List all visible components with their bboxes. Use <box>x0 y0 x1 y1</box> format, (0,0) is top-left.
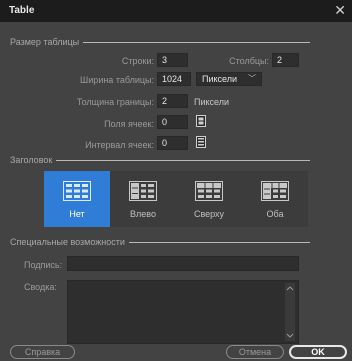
header-option-left[interactable]: Влево <box>110 171 176 227</box>
table-width-input[interactable]: 1024 <box>157 72 191 86</box>
ok-button[interactable]: OK <box>289 345 347 359</box>
dialog-title: Table <box>9 5 35 16</box>
table-no-header-icon <box>63 181 91 201</box>
section-label: Заголовок <box>10 155 53 165</box>
header-option-top[interactable]: Сверху <box>176 171 242 227</box>
rows-label: Строки: <box>121 56 154 66</box>
help-button[interactable]: Справка <box>10 345 75 359</box>
summary-scrollbar[interactable] <box>285 283 295 341</box>
header-option-label: Нет <box>69 209 85 219</box>
cell-spacing-icon[interactable] <box>196 136 206 148</box>
section-label: Размер таблицы <box>10 37 80 47</box>
header-option-none[interactable]: Нет <box>44 171 110 227</box>
table-both-header-icon <box>261 181 289 201</box>
cols-input[interactable]: 2 <box>272 53 299 67</box>
caption-input[interactable] <box>67 256 299 271</box>
section-divider <box>56 159 310 161</box>
width-unit-value: Пиксели <box>202 74 238 84</box>
header-option-label: Сверху <box>193 209 225 219</box>
section-divider <box>128 241 310 243</box>
summary-label: Сводка: <box>24 282 57 292</box>
section-divider <box>83 41 310 43</box>
cancel-button[interactable]: Отмена <box>226 345 284 359</box>
header-option-label: Влево <box>130 209 156 219</box>
border-unit-label: Пиксели <box>194 97 230 107</box>
cols-label: Столбцы: <box>229 56 269 66</box>
cell-padding-icon[interactable] <box>196 115 206 127</box>
table-dialog: Table ✕ Размер таблицы Строки: 3 Столбцы… <box>0 0 352 361</box>
summary-textarea[interactable] <box>67 280 299 344</box>
cell-spacing-label: Интервал ячеек: <box>85 140 154 150</box>
scroll-arrows-icon <box>286 286 294 338</box>
caption-label: Подпись: <box>24 260 63 270</box>
chevron-down-icon: ﹀ <box>248 74 256 83</box>
rows-input[interactable]: 3 <box>157 53 188 67</box>
width-unit-select[interactable]: Пиксели ﹀ <box>196 72 262 86</box>
header-option-label: Оба <box>266 209 284 219</box>
header-option-both[interactable]: Оба <box>242 171 308 227</box>
accessibility-section: Специальные возможности <box>10 236 310 248</box>
section-label: Специальные возможности <box>10 237 125 247</box>
cell-spacing-input[interactable]: 0 <box>157 136 188 150</box>
header-section: Заголовок <box>10 154 310 166</box>
table-width-label: Ширина таблицы: <box>80 75 154 85</box>
border-thickness-input[interactable]: 2 <box>157 94 188 108</box>
border-thickness-label: Толщина границы: <box>76 97 154 107</box>
cell-padding-label: Поля ячеек: <box>104 119 154 129</box>
title-bar[interactable]: Table ✕ <box>0 0 352 22</box>
close-icon[interactable]: ✕ <box>334 2 346 18</box>
table-top-header-icon <box>195 181 223 201</box>
table-left-header-icon <box>129 181 157 201</box>
table-size-section: Размер таблицы <box>10 36 310 48</box>
cell-padding-input[interactable]: 0 <box>157 115 188 129</box>
